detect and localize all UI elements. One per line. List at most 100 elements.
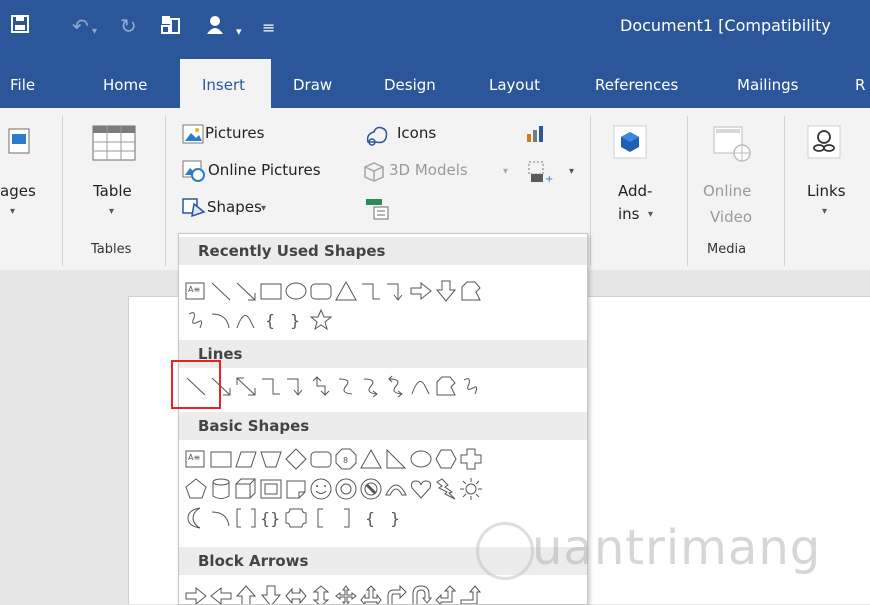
scribble-shape[interactable] — [184, 308, 208, 332]
line-shape[interactable] — [209, 279, 233, 303]
moon-shape[interactable] — [184, 506, 208, 530]
shapes-label[interactable]: Shapes — [207, 198, 262, 216]
tab-layout[interactable]: Layout — [489, 76, 540, 94]
octagon-shape[interactable]: 8 — [334, 447, 358, 471]
sun-shape[interactable] — [459, 477, 483, 501]
triangle-shape[interactable] — [359, 447, 383, 471]
oval-shape[interactable] — [409, 447, 433, 471]
online-pictures-icon[interactable] — [182, 160, 206, 186]
rectangle-shape[interactable] — [209, 447, 233, 471]
double-brace-shape[interactable]: {} — [259, 506, 283, 530]
left-up-arrow-shape[interactable] — [434, 584, 458, 605]
3d-models-label[interactable]: 3D Models — [389, 161, 468, 179]
redo-icon[interactable]: ↻ — [120, 14, 137, 38]
arc-shape[interactable] — [209, 308, 233, 332]
right-bracket-shape[interactable] — [334, 506, 358, 530]
no-symbol-shape[interactable] — [359, 477, 383, 501]
can-shape[interactable] — [209, 477, 233, 501]
double-arrow-line-shape[interactable] — [234, 374, 258, 398]
add-ins-label-2[interactable]: ins — [618, 205, 640, 223]
heart-shape[interactable] — [409, 477, 433, 501]
bent-up-arrow-shape[interactable] — [459, 584, 483, 605]
elbow-connector-shape[interactable] — [359, 279, 383, 303]
tab-insert[interactable]: Insert — [180, 59, 271, 108]
triangle-shape[interactable] — [334, 279, 358, 303]
links-icon[interactable] — [807, 125, 841, 163]
diamond-shape[interactable] — [284, 447, 308, 471]
rounded-rectangle-shape[interactable] — [309, 279, 333, 303]
bent-arrow-shape[interactable] — [384, 584, 408, 605]
curved-double-arrow-connector-shape[interactable] — [384, 374, 408, 398]
right-arrow-shape[interactable] — [409, 279, 433, 303]
qat-dropdown-icon[interactable]: ▾ — [236, 20, 242, 44]
up-down-arrow-shape[interactable] — [309, 584, 333, 605]
curve-shape[interactable] — [409, 374, 433, 398]
cube-shape[interactable] — [234, 477, 258, 501]
online-video-icon[interactable] — [712, 125, 752, 167]
icons-label[interactable]: Icons — [397, 124, 436, 142]
left-brace-shape[interactable]: { — [259, 308, 283, 332]
pages-icon[interactable] — [8, 128, 30, 158]
curve-shape[interactable] — [234, 308, 258, 332]
undo-dropdown-icon[interactable]: ▾ — [92, 20, 97, 44]
tab-home[interactable]: Home — [103, 76, 147, 94]
up-arrow-shape[interactable] — [234, 584, 258, 605]
table-icon[interactable] — [92, 125, 136, 165]
oval-shape[interactable] — [284, 279, 308, 303]
smartart-icon[interactable] — [364, 197, 390, 225]
tab-mailings[interactable]: Mailings — [737, 76, 798, 94]
donut-shape[interactable] — [334, 477, 358, 501]
tab-references[interactable]: References — [595, 76, 678, 94]
icons-icon[interactable] — [364, 124, 390, 150]
arrow-line-shape[interactable] — [234, 279, 258, 303]
smiley-face-shape[interactable] — [309, 477, 333, 501]
flowchart-shape[interactable] — [459, 279, 483, 303]
right-brace-shape[interactable]: } — [284, 308, 308, 332]
links-label[interactable]: Links — [807, 182, 846, 200]
block-arc-shape[interactable] — [384, 477, 408, 501]
pentagon-shape[interactable] — [184, 477, 208, 501]
lightning-bolt-shape[interactable] — [434, 477, 458, 501]
chart-icon[interactable] — [525, 124, 545, 148]
left-bracket-shape[interactable] — [309, 506, 333, 530]
pages-label[interactable]: ages — [0, 182, 36, 200]
left-arrow-shape[interactable] — [209, 584, 233, 605]
online-pictures-label[interactable]: Online Pictures — [208, 161, 321, 179]
hexagon-shape[interactable] — [434, 447, 458, 471]
online-video-label-1[interactable]: Online — [703, 182, 751, 200]
touch-mode-icon[interactable] — [160, 14, 182, 41]
pictures-label[interactable]: Pictures — [205, 124, 264, 142]
customize-qat-icon[interactable]: ≡ — [262, 16, 275, 40]
plaque-shape[interactable] — [284, 506, 308, 530]
elbow-double-arrow-connector-shape[interactable] — [309, 374, 333, 398]
folded-corner-shape[interactable] — [284, 477, 308, 501]
left-right-arrow-shape[interactable] — [284, 584, 308, 605]
save-icon[interactable] — [10, 14, 30, 39]
elbow-arrow-connector-shape[interactable] — [384, 279, 408, 303]
bevel-shape[interactable] — [259, 477, 283, 501]
text-box-shape[interactable]: A≡ — [184, 447, 208, 471]
parallelogram-shape[interactable] — [234, 447, 258, 471]
rectangle-shape[interactable] — [259, 279, 283, 303]
online-video-label-2[interactable]: Video — [710, 208, 752, 226]
cross-shape[interactable] — [459, 447, 483, 471]
left-brace-shape[interactable]: { — [359, 506, 383, 530]
pictures-icon[interactable] — [182, 124, 204, 148]
tab-design[interactable]: Design — [384, 76, 436, 94]
tab-review[interactable]: R — [855, 76, 865, 94]
arc-shape[interactable] — [209, 506, 233, 530]
u-turn-arrow-shape[interactable] — [409, 584, 433, 605]
add-ins-label-1[interactable]: Add- — [618, 182, 652, 200]
elbow-arrow-connector-shape[interactable] — [284, 374, 308, 398]
3d-models-icon[interactable] — [364, 162, 384, 186]
add-ins-icon[interactable] — [613, 125, 647, 163]
right-brace-shape[interactable]: } — [384, 506, 408, 530]
scribble-shape[interactable] — [459, 374, 483, 398]
table-label[interactable]: Table — [93, 182, 132, 200]
right-arrow-shape[interactable] — [184, 584, 208, 605]
shapes-icon[interactable] — [182, 196, 206, 222]
left-right-up-arrow-shape[interactable] — [359, 584, 383, 605]
tab-draw[interactable]: Draw — [293, 76, 332, 94]
down-arrow-shape[interactable] — [259, 584, 283, 605]
account-icon[interactable] — [204, 14, 226, 41]
